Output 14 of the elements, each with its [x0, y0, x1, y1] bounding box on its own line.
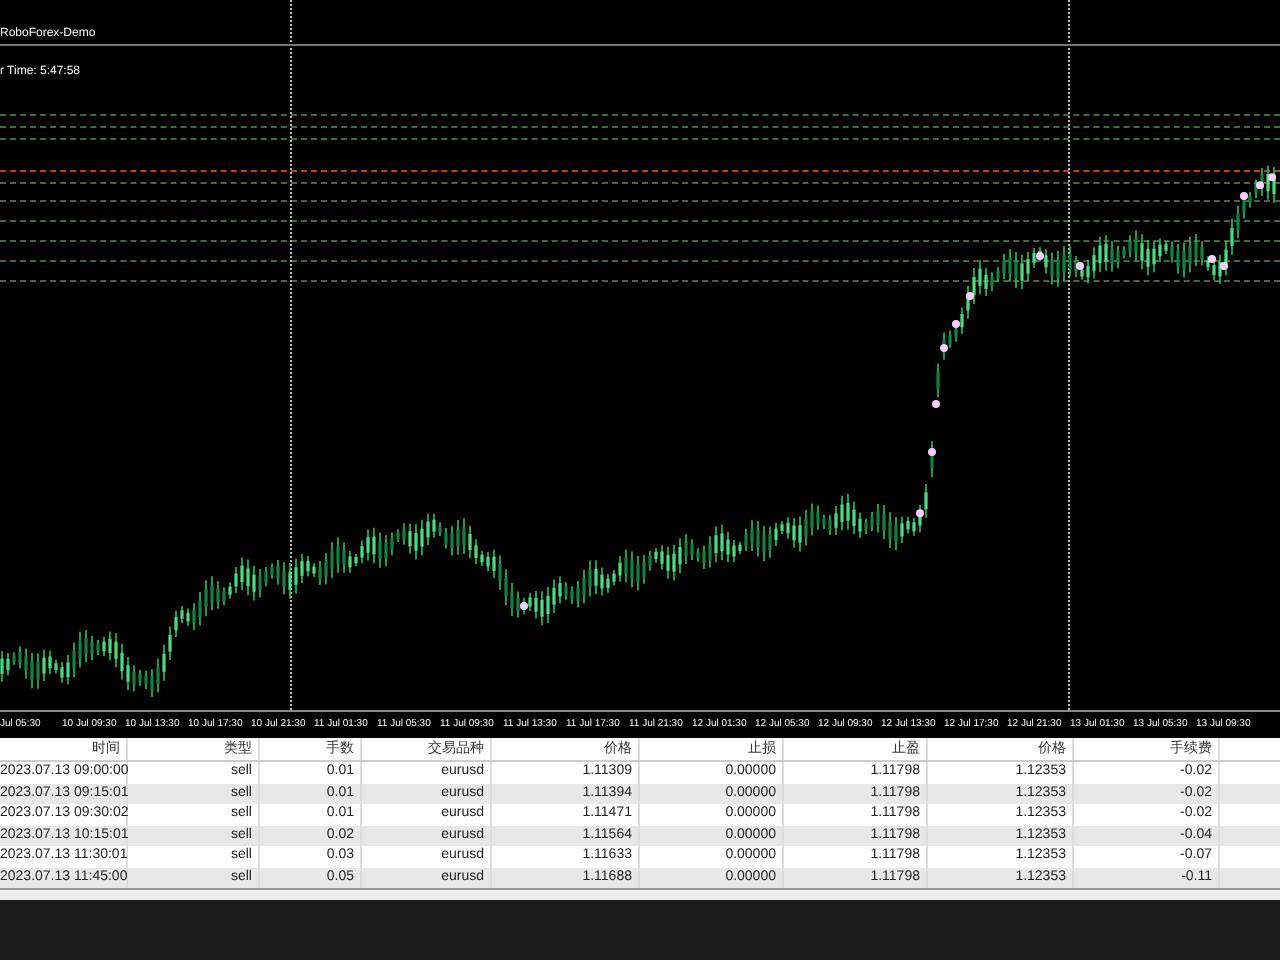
trade-marker — [940, 344, 948, 352]
trade-marker — [952, 320, 960, 328]
trade-marker — [1076, 262, 1084, 270]
trade-marker — [1036, 252, 1044, 260]
trade-marker — [1208, 255, 1216, 263]
trade-marker — [520, 602, 528, 610]
trade-marker — [1256, 181, 1264, 190]
trade-marker — [1240, 192, 1248, 200]
trade-marker — [1268, 173, 1276, 182]
trade-marker — [928, 448, 936, 456]
trade-marker — [932, 400, 940, 408]
trade-marker — [966, 292, 974, 300]
trade-marker — [916, 509, 924, 518]
trade-marker — [1220, 262, 1228, 270]
